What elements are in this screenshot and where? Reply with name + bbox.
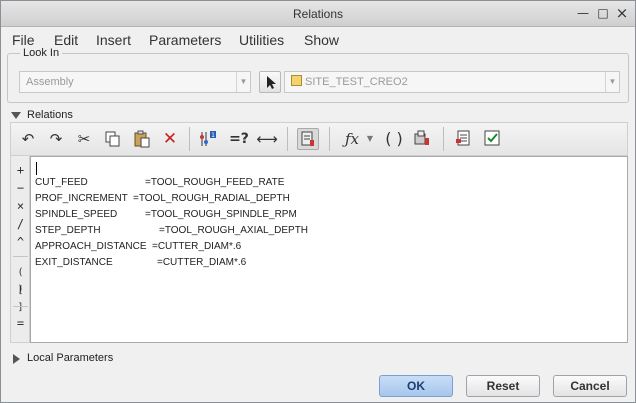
sidebar-separator — [13, 256, 28, 257]
relation-rhs: =CUTTER_DIAM*.6 — [157, 257, 247, 268]
text-cursor — [36, 162, 37, 175]
assembly-icon — [291, 75, 302, 86]
plus-operator-button[interactable]: + — [12, 162, 29, 179]
power-operator-button[interactable]: ^ — [12, 234, 29, 251]
relation-lhs: APPROACH_DISTANCE — [35, 241, 147, 252]
chevron-down-icon[interactable]: ▼ — [365, 128, 375, 150]
equals-operator-button[interactable]: = — [12, 315, 29, 332]
redo-icon[interactable]: ↷ — [45, 128, 67, 150]
model-name-dropdown[interactable]: SITE_TEST_CREO2 ▼ — [284, 71, 620, 93]
minus-operator-button[interactable]: − — [12, 180, 29, 197]
model-type-dropdown[interactable]: Assembly ▼ — [19, 71, 251, 93]
menu-edit[interactable]: Edit — [54, 32, 78, 48]
toolbar-separator — [443, 127, 444, 151]
sidebar-separator — [13, 306, 28, 307]
undo-icon[interactable]: ↶ — [17, 128, 39, 150]
measure-icon[interactable]: ⟷ — [256, 128, 278, 150]
menu-insert[interactable]: Insert — [96, 32, 131, 48]
chevron-down-icon: ▼ — [236, 72, 250, 92]
relation-rhs: =CUTTER_DIAM*.6 — [152, 241, 242, 252]
relation-line: SPINDLE_SPEED =TOOL_ROUGH_SPINDLE_RPM — [35, 209, 297, 225]
relation-lhs: EXIT_DISTANCE — [35, 257, 113, 268]
model-type-value: Assembly — [26, 76, 74, 88]
relation-rhs: =TOOL_ROUGH_SPINDLE_RPM — [145, 209, 297, 220]
parentheses-operator-button[interactable]: ( ) — [12, 264, 29, 295]
pointer-icon — [267, 76, 276, 89]
relation-rhs: =TOOL_ROUGH_RADIAL_DEPTH — [133, 193, 290, 204]
relation-line: CUT_FEED =TOOL_ROUGH_FEED_RATE — [35, 177, 284, 193]
local-parameters-icon[interactable] — [411, 128, 433, 150]
multiply-operator-button[interactable]: × — [12, 198, 29, 215]
window-title: Relations — [292, 7, 344, 21]
menu-bar: File Edit Insert Parameters Utilities Sh… — [1, 27, 635, 53]
evaluate-icon[interactable]: =? — [228, 128, 250, 150]
parentheses-icon[interactable]: ( ) — [383, 128, 405, 150]
menu-file[interactable]: File — [12, 32, 35, 48]
menu-show[interactable]: Show — [304, 32, 339, 48]
toolbar-separator — [329, 127, 330, 151]
relation-lhs: PROF_INCREMENT — [35, 193, 128, 204]
operator-sidebar: + − × / ^ ( ) [ ] = — [10, 156, 30, 343]
relation-lhs: CUT_FEED — [35, 177, 88, 188]
relation-line: APPROACH_DISTANCE =CUTTER_DIAM*.6 — [35, 241, 241, 257]
select-model-button[interactable] — [259, 71, 281, 93]
svg-text:1: 1 — [211, 132, 215, 139]
brackets-operator-button[interactable]: [ ] — [12, 282, 29, 313]
relation-line: EXIT_DISTANCE =CUTTER_DIAM*.6 — [35, 257, 246, 273]
menu-parameters[interactable]: Parameters — [149, 32, 221, 48]
paste-icon[interactable] — [131, 128, 153, 150]
local-parameters-section-header[interactable]: Local Parameters — [7, 351, 629, 367]
relation-lhs: SPINDLE_SPEED — [35, 209, 118, 220]
maximize-icon[interactable]: □ — [595, 5, 611, 21]
relation-line: STEP_DEPTH =TOOL_ROUGH_AXIAL_DEPTH — [35, 225, 308, 241]
divide-operator-button[interactable]: / — [12, 216, 29, 233]
insert-parameter-icon[interactable]: 1 — [197, 128, 219, 150]
look-in-legend: Look In — [20, 47, 63, 59]
relation-lhs: STEP_DEPTH — [35, 225, 101, 236]
ok-button[interactable]: OK — [379, 375, 453, 397]
relations-dialog: Relations — □ × File Edit Insert Paramet… — [0, 0, 636, 403]
toolbar-separator — [189, 127, 190, 151]
relations-toolbar: ↶ ↷ ✂ ✕ 1 =? ⟷ ƒx ▼ ( ) — [10, 122, 628, 156]
reset-button[interactable]: Reset — [466, 375, 540, 397]
menu-utilities[interactable]: Utilities — [239, 32, 284, 48]
cancel-button[interactable]: Cancel — [553, 375, 627, 397]
cut-icon[interactable]: ✂ — [73, 128, 95, 150]
relation-rhs: =TOOL_ROUGH_FEED_RATE — [145, 177, 285, 188]
sort-relations-icon[interactable] — [297, 128, 319, 150]
chevron-down-icon: ▼ — [605, 72, 619, 92]
toolbar-separator — [287, 127, 288, 151]
function-icon[interactable]: ƒx — [341, 128, 363, 150]
relation-line: PROF_INCREMENT =TOOL_ROUGH_RADIAL_DEPTH — [35, 193, 290, 209]
close-icon[interactable]: × — [614, 5, 630, 21]
verify-icon[interactable] — [481, 128, 503, 150]
relations-editor[interactable]: CUT_FEED =TOOL_ROUGH_FEED_RATE PROF_INCRE… — [30, 156, 628, 343]
model-name-value: SITE_TEST_CREO2 — [305, 76, 408, 88]
expand-triangle-icon — [13, 354, 20, 364]
minimize-icon[interactable]: — — [575, 5, 591, 21]
title-bar[interactable]: Relations — □ × — [1, 1, 635, 27]
local-parameters-section-label: Local Parameters — [27, 352, 114, 364]
look-in-group: Look In Assembly ▼ SITE_TEST_CREO2 ▼ — [7, 47, 629, 103]
delete-icon[interactable]: ✕ — [159, 128, 181, 150]
relation-rhs: =TOOL_ROUGH_AXIAL_DEPTH — [159, 225, 309, 236]
show-units-icon[interactable] — [453, 128, 475, 150]
copy-icon[interactable] — [102, 128, 124, 150]
relations-section-label: Relations — [27, 109, 73, 121]
collapse-triangle-icon — [11, 112, 21, 119]
